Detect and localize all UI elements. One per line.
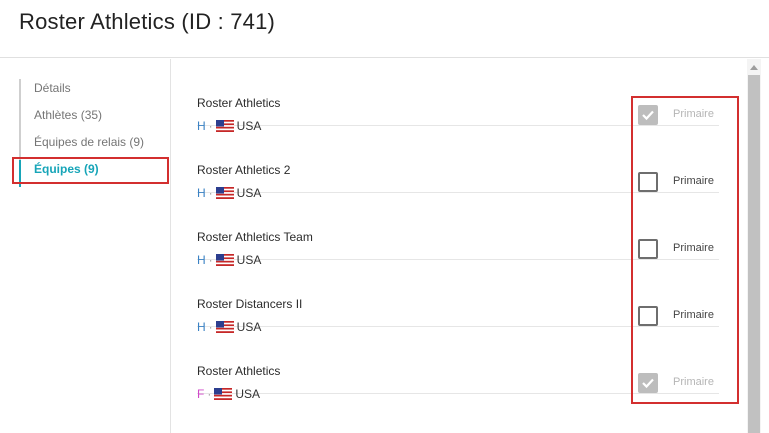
sidebar-item-athletes[interactable]: Athlètes (35): [21, 106, 144, 133]
teams-list: Roster Athletics H · USA Primaire Roster…: [172, 59, 747, 433]
gender-label: F: [197, 387, 205, 401]
sidebar-item-teams[interactable]: Équipes (9): [19, 160, 144, 187]
primary-checkbox[interactable]: [638, 239, 658, 259]
scrollbar[interactable]: [747, 59, 761, 433]
page-header: Roster Athletics (ID : 741): [0, 0, 769, 58]
team-meta: F · USA: [197, 387, 260, 401]
primary-checkbox[interactable]: [638, 172, 658, 192]
team-name: Roster Athletics: [197, 364, 281, 378]
primary-checkbox[interactable]: [638, 373, 658, 393]
team-name: Roster Athletics: [197, 96, 281, 110]
primary-checkbox[interactable]: [638, 306, 658, 326]
primary-label: Primaire: [673, 108, 714, 120]
page-title: Roster Athletics (ID : 741): [19, 9, 276, 34]
primary-label: Primaire: [673, 242, 714, 254]
scrollbar-thumb[interactable]: [748, 75, 760, 433]
team-name: Roster Athletics Team: [197, 230, 313, 244]
sidebar: Détails Athlètes (35) Équipes de relais …: [0, 59, 171, 433]
check-icon: [642, 110, 654, 121]
team-row: Roster Athletics 2 H · USA Primaire: [197, 126, 719, 200]
team-row: Roster Athletics Team H · USA Primaire: [197, 193, 719, 267]
sidebar-item-relay-teams[interactable]: Équipes de relais (9): [21, 133, 144, 160]
sidebar-item-details[interactable]: Détails: [21, 79, 144, 106]
us-flag-icon: [214, 388, 233, 400]
team-name: Roster Athletics 2: [197, 163, 291, 177]
check-icon: [642, 378, 654, 389]
primary-label: Primaire: [673, 376, 714, 388]
primary-label: Primaire: [673, 175, 714, 187]
primary-label: Primaire: [673, 309, 714, 321]
team-name: Roster Distancers II: [197, 297, 303, 311]
team-row: Roster Athletics H · USA Primaire: [197, 59, 719, 133]
separator: ·: [207, 387, 212, 401]
sidebar-nav: Détails Athlètes (35) Équipes de relais …: [19, 79, 144, 187]
primary-checkbox[interactable]: [638, 105, 658, 125]
team-row: Roster Distancers II H · USA Primaire: [197, 260, 719, 334]
scroll-up-arrow-icon[interactable]: [750, 65, 758, 70]
country-label: USA: [235, 387, 261, 401]
team-row: Roster Athletics F · USA Primaire: [197, 327, 719, 401]
